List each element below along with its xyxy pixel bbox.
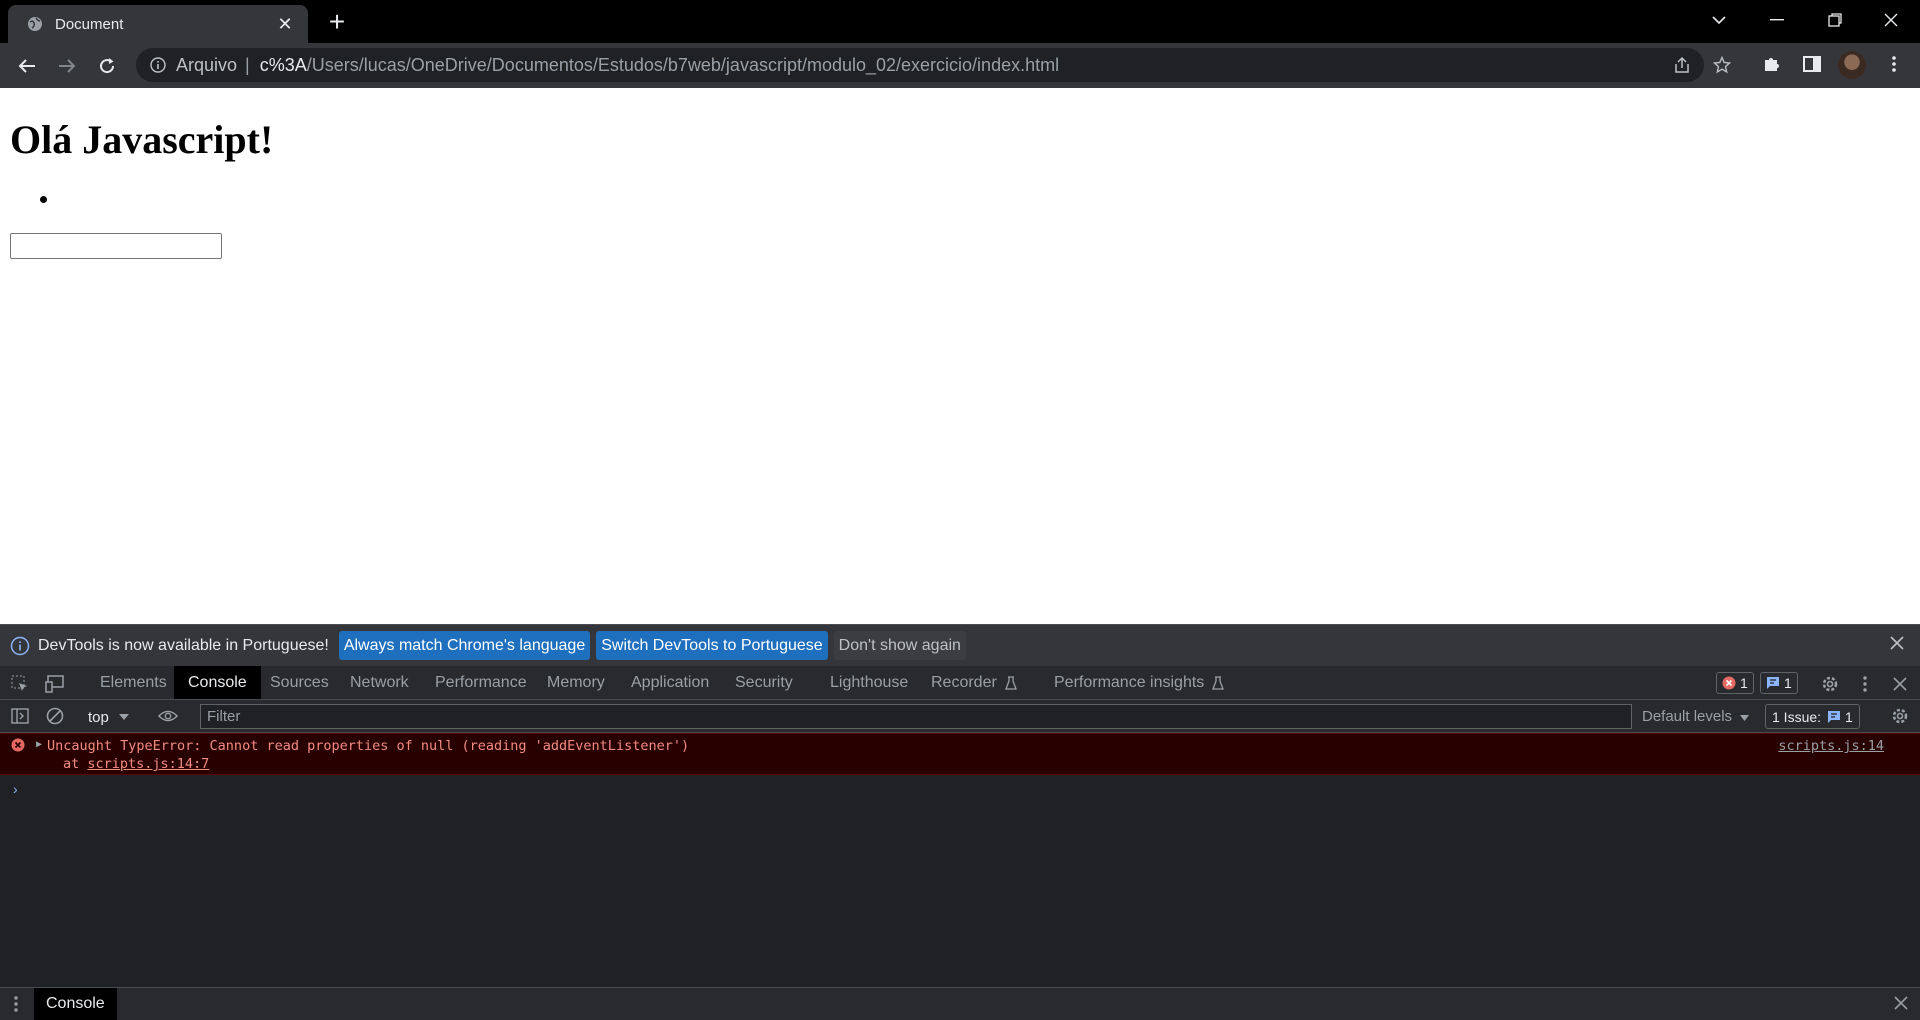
close-infobar-icon[interactable] [1890, 636, 1908, 654]
tab-sources[interactable]: Sources [256, 666, 343, 699]
share-icon[interactable] [1668, 51, 1696, 79]
text-input[interactable] [10, 233, 222, 259]
page-heading: Olá Javascript! [10, 117, 274, 162]
tab-title: Document [55, 15, 124, 33]
tab-strip: Document ✕ + [0, 0, 1920, 43]
browser-tab-document[interactable]: Document ✕ [8, 5, 308, 43]
close-window-icon[interactable] [1862, 0, 1920, 40]
tab-memory[interactable]: Memory [533, 666, 619, 699]
expand-triangle-icon[interactable]: ▶ [36, 739, 42, 750]
switch-to-portuguese-button[interactable]: Switch DevTools to Portuguese [596, 631, 828, 660]
tab-console[interactable]: Console [174, 666, 261, 699]
dont-show-again-button[interactable]: Don't show again [833, 631, 966, 660]
minimize-icon[interactable] [1748, 0, 1806, 40]
inspect-element-icon[interactable] [10, 674, 30, 694]
side-panel-icon[interactable] [1798, 50, 1826, 78]
drawer-menu-icon[interactable] [14, 996, 18, 1017]
message-count: 1 [1784, 675, 1792, 691]
context-label: top [88, 708, 109, 726]
kebab-menu-icon[interactable] [1880, 50, 1908, 78]
context-selector[interactable]: top [88, 706, 129, 728]
settings-gear-icon[interactable] [1820, 674, 1840, 694]
browser-toolbar: Arquivo | c%3A /Users/lucas/OneDrive/Doc… [0, 43, 1920, 88]
new-tab-button[interactable]: + [322, 7, 352, 37]
tab-lighthouse[interactable]: Lighthouse [816, 666, 922, 699]
devtools-kebab-menu-icon[interactable] [1855, 674, 1875, 694]
reload-icon[interactable] [92, 51, 122, 81]
log-levels-dropdown[interactable]: Default levels [1642, 705, 1750, 728]
clear-console-icon[interactable] [45, 706, 65, 726]
restore-icon[interactable] [1806, 0, 1864, 40]
stack-link[interactable]: scripts.js:14:7 [87, 756, 209, 772]
filter-input[interactable]: Filter [200, 704, 1632, 729]
console-toolbar: top Filter Default levels 1 Issue: 1 [0, 700, 1920, 733]
error-count-badge[interactable]: 1 [1716, 672, 1754, 694]
page-viewport: Olá Javascript! [0, 88, 1920, 624]
devtools-tab-bar: Elements Console Sources Network Perform… [0, 666, 1920, 700]
flask-icon [1212, 676, 1225, 690]
info-icon [10, 636, 30, 656]
error-message-row[interactable]: ▶ Uncaught TypeError: Cannot read proper… [0, 733, 1920, 775]
tab-search-icon[interactable] [1690, 0, 1748, 40]
drawer-tab-console[interactable]: Console [34, 988, 117, 1020]
tab-security[interactable]: Security [721, 666, 807, 699]
tab-network[interactable]: Network [336, 666, 423, 699]
console-settings-gear-icon[interactable] [1890, 706, 1910, 726]
stack-at: at [63, 756, 88, 772]
devtools-drawer: Console [0, 987, 1920, 1020]
tab-elements[interactable]: Elements [86, 666, 181, 699]
scheme-separator: | [245, 54, 250, 75]
console-output: ▶ Uncaught TypeError: Cannot read proper… [0, 733, 1920, 987]
flask-icon [1004, 676, 1017, 690]
message-icon [1767, 677, 1779, 689]
tab-application[interactable]: Application [617, 666, 723, 699]
device-toolbar-icon[interactable] [45, 674, 65, 694]
star-bookmark-icon[interactable] [1708, 51, 1736, 79]
message-count-badge[interactable]: 1 [1760, 672, 1798, 694]
forward-arrow-icon[interactable] [52, 51, 82, 81]
always-match-language-button[interactable]: Always match Chrome's language [338, 631, 591, 660]
infobar-message: DevTools is now available in Portuguese! [38, 636, 329, 654]
error-source-link[interactable]: scripts.js:14 [1778, 738, 1884, 754]
url-path: /Users/lucas/OneDrive/Documentos/Estudos… [306, 54, 1060, 75]
error-text: Uncaught TypeError: Cannot read properti… [47, 738, 690, 754]
dropdown-arrow-icon [118, 714, 129, 720]
extensions-puzzle-icon[interactable] [1758, 50, 1786, 78]
error-icon [1722, 676, 1736, 690]
error-stack-line: at scripts.js:14:7 [63, 756, 209, 772]
devtools-language-infobar: DevTools is now available in Portuguese!… [0, 624, 1920, 666]
console-prompt[interactable]: › [13, 781, 18, 797]
globe-icon [26, 15, 44, 33]
eye-live-expression-icon[interactable] [158, 706, 178, 726]
message-icon [1828, 710, 1841, 723]
issues-button[interactable]: 1 Issue: 1 [1765, 704, 1860, 729]
scheme-label: Arquivo [176, 54, 238, 75]
close-tab-icon[interactable]: ✕ [274, 14, 296, 35]
tab-performance[interactable]: Performance [421, 666, 541, 699]
tab-recorder-label: Recorder [931, 674, 997, 691]
close-devtools-icon[interactable] [1890, 674, 1910, 694]
error-count: 1 [1740, 675, 1748, 691]
url-host: c%3A [259, 54, 307, 75]
levels-label: Default levels [1642, 708, 1733, 725]
tab-performance-insights[interactable]: Performance insights [1040, 666, 1238, 699]
back-arrow-icon[interactable] [12, 51, 42, 81]
address-bar[interactable]: Arquivo | c%3A /Users/lucas/OneDrive/Doc… [136, 48, 1704, 82]
info-icon[interactable] [150, 57, 166, 73]
dropdown-arrow-icon [1740, 715, 1750, 721]
close-drawer-icon[interactable] [1894, 996, 1908, 1015]
tab-recorder[interactable]: Recorder [917, 666, 1031, 699]
issues-count: 1 [1845, 708, 1853, 725]
empty-list-item [40, 196, 47, 203]
tab-performance-insights-label: Performance insights [1054, 674, 1205, 691]
issues-label: 1 Issue: [1772, 708, 1822, 725]
sidebar-toggle-icon[interactable] [10, 706, 30, 726]
profile-avatar[interactable] [1838, 51, 1866, 79]
error-icon [11, 738, 25, 756]
